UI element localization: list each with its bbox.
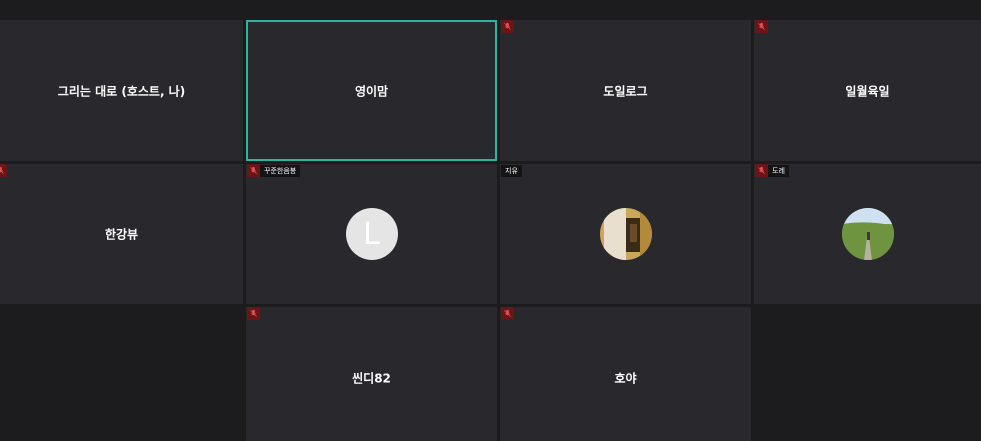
video-tile-active-speaker[interactable]: 영이맘 — [246, 20, 497, 161]
video-tile[interactable]: 도일로그 — [500, 20, 751, 161]
participant-name-tag: 지유 — [501, 165, 522, 177]
participant-name-tag: 꾸준한음봉 — [260, 165, 301, 177]
mic-muted-icon — [501, 20, 514, 33]
participant-name: 씬디82 — [352, 371, 391, 386]
mic-muted-icon — [0, 164, 7, 177]
participant-name-tag: 도레 — [768, 165, 789, 177]
mic-muted-icon — [755, 20, 768, 33]
avatar — [841, 208, 894, 260]
video-tile[interactable]: 지유 — [500, 164, 751, 304]
mic-muted-icon — [755, 164, 768, 177]
avatar: L — [345, 208, 398, 260]
video-tile[interactable]: 일월육일 — [754, 20, 981, 161]
video-tile[interactable]: 씬디82 — [246, 307, 497, 441]
mic-muted-icon — [247, 307, 260, 320]
participant-name: 영이맘 — [354, 84, 389, 98]
video-tile[interactable]: 호야 — [500, 307, 751, 441]
participant-name: 도일로그 — [603, 84, 648, 98]
video-tile-host[interactable]: 그리는 대로 (호스트, 나) — [0, 20, 243, 161]
participant-name: 그리는 대로 (호스트, 나) — [57, 84, 186, 98]
mic-muted-icon — [501, 307, 514, 320]
video-tile[interactable]: 꾸준한음봉 L — [246, 164, 497, 304]
video-tile[interactable]: 도레 — [754, 164, 981, 304]
avatar — [599, 208, 652, 260]
participant-name: 호야 — [614, 371, 637, 386]
video-tile[interactable]: 한강뷰 — [0, 164, 243, 304]
mic-muted-icon — [247, 164, 260, 177]
participant-name: 한강뷰 — [104, 227, 139, 242]
participant-name: 일월육일 — [845, 84, 890, 98]
